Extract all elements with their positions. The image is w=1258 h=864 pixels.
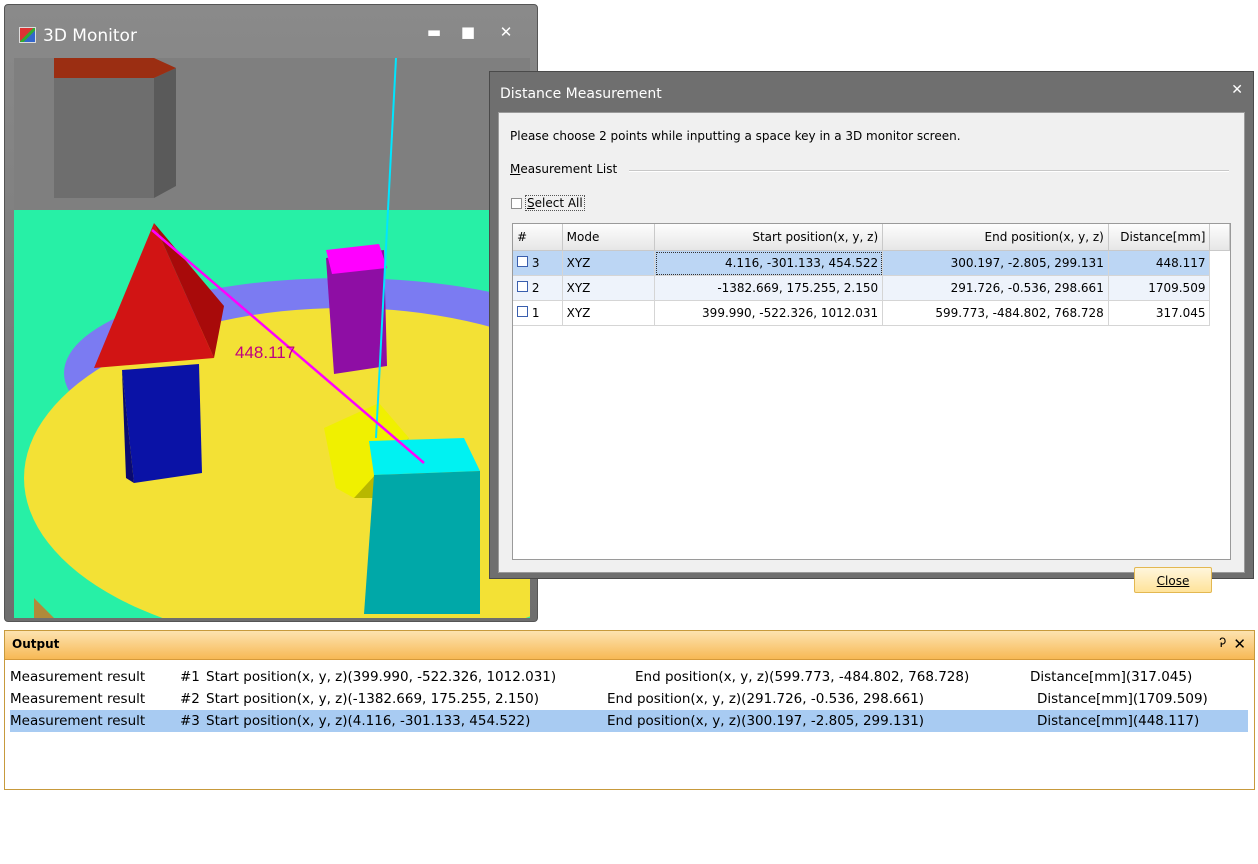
distance-cell: 317.045 — [1108, 300, 1211, 326]
monitor-titlebar[interactable]: 3D Monitor ▬ ■ ✕ — [5, 5, 537, 57]
col-header-filler — [1209, 224, 1230, 251]
table-row[interactable]: 3 XYZ 4.116, -301.133, 454.522 300.197, … — [513, 250, 1230, 276]
mnemonic-letter: M — [510, 162, 521, 176]
end-cell: 300.197, -2.805, 299.131 — [882, 250, 1109, 276]
minimize-icon[interactable]: ▬ — [423, 23, 445, 41]
mode-cell: XYZ — [562, 300, 656, 326]
distance-measurement-dialog[interactable]: Distance Measurement ✕ Please choose 2 p… — [489, 71, 1254, 593]
mode-cell: XYZ — [562, 275, 656, 301]
table-header-row: # Mode Start position(x, y, z) End posit… — [513, 224, 1230, 251]
table-row[interactable]: 1 XYZ 399.990, -522.326, 1012.031 599.77… — [513, 300, 1230, 326]
row-num-cell[interactable]: 3 — [513, 250, 563, 276]
start-cell: 4.116, -301.133, 454.522 — [654, 250, 884, 276]
distance-cell: 1709.509 — [1108, 275, 1211, 301]
monitor-window[interactable]: 3D Monitor ▬ ■ ✕ 448.117 — [4, 4, 538, 622]
output-line[interactable]: Measurement result #3 Start position(x, … — [10, 710, 1248, 732]
log-start: Start position(x, y, z)(399.990, -522.32… — [206, 669, 557, 685]
log-end: End position(x, y, z)(291.726, -0.536, 2… — [607, 691, 925, 707]
log-index: #2 — [180, 691, 200, 707]
monitor-title: 3D Monitor — [43, 26, 137, 46]
close-icon[interactable]: ✕ — [495, 23, 517, 41]
log-end: End position(x, y, z)(300.197, -2.805, 2… — [607, 713, 925, 729]
log-distance: Distance[mm](448.117) — [1037, 713, 1200, 729]
col-header-start[interactable]: Start position(x, y, z) — [654, 224, 884, 251]
log-start: Start position(x, y, z)(-1382.669, 175.2… — [206, 691, 539, 707]
output-header: Output Ꭾ ✕ — [5, 631, 1254, 660]
col-header-end[interactable]: End position(x, y, z) — [882, 224, 1109, 251]
group-label-text: easurement List — [520, 162, 618, 176]
output-line[interactable]: Measurement result #2 Start position(x, … — [10, 688, 1248, 710]
close-button[interactable]: Close — [1134, 567, 1212, 593]
log-label: Measurement result — [10, 713, 146, 729]
row-num-cell[interactable]: 1 — [513, 300, 563, 326]
log-start: Start position(x, y, z)(4.116, -301.133,… — [206, 713, 531, 729]
output-log[interactable]: Measurement result #1 Start position(x, … — [10, 666, 1248, 784]
3d-viewport[interactable]: 448.117 — [14, 58, 530, 618]
output-panel[interactable]: Output Ꭾ ✕ Measurement result #1 Start p… — [4, 630, 1255, 790]
select-all-label[interactable]: Select All — [525, 195, 585, 211]
distance-overlay-label: 448.117 — [235, 343, 296, 362]
log-index: #3 — [180, 713, 200, 729]
checkbox-icon[interactable] — [511, 197, 522, 209]
output-line[interactable]: Measurement result #1 Start position(x, … — [10, 666, 1248, 688]
measurement-list-label: Measurement List — [510, 162, 617, 176]
output-title: Output — [12, 637, 60, 651]
col-header-distance[interactable]: Distance[mm] — [1108, 224, 1211, 251]
maximize-icon[interactable]: ■ — [457, 23, 479, 41]
select-all-checkbox[interactable]: Select All — [511, 195, 585, 211]
log-end: End position(x, y, z)(599.773, -484.802,… — [635, 669, 970, 685]
dialog-title: Distance Measurement — [500, 86, 662, 102]
log-distance: Distance[mm](317.045) — [1030, 669, 1193, 685]
distance-cell: 448.117 — [1108, 250, 1211, 276]
output-close-icon[interactable]: ✕ — [1233, 635, 1246, 653]
row-checkbox[interactable] — [517, 306, 528, 317]
end-cell: 599.773, -484.802, 768.728 — [882, 300, 1109, 326]
end-cell: 291.726, -0.536, 298.661 — [882, 275, 1109, 301]
start-cell: -1382.669, 175.255, 2.150 — [654, 275, 884, 301]
log-label: Measurement result — [10, 669, 146, 685]
dialog-body: Please choose 2 points while inputting a… — [498, 112, 1245, 593]
mode-cell: XYZ — [562, 250, 656, 276]
instruction-text: Please choose 2 points while inputting a… — [510, 129, 961, 143]
log-distance: Distance[mm](1709.509) — [1037, 691, 1208, 707]
col-header-num[interactable]: # — [513, 224, 563, 251]
log-index: #1 — [180, 669, 200, 685]
pin-icon[interactable]: Ꭾ — [1219, 636, 1226, 651]
row-checkbox[interactable] — [517, 281, 528, 292]
3d-scene — [14, 58, 530, 618]
table-row[interactable]: 2 XYZ -1382.669, 175.255, 2.150 291.726,… — [513, 275, 1230, 301]
app-icon — [19, 27, 36, 43]
col-header-mode[interactable]: Mode — [562, 224, 656, 251]
group-divider — [629, 170, 1229, 172]
log-label: Measurement result — [10, 691, 146, 707]
row-checkbox[interactable] — [517, 256, 528, 267]
measurement-table[interactable]: # Mode Start position(x, y, z) End posit… — [512, 223, 1231, 560]
dialog-close-icon[interactable]: ✕ — [1231, 82, 1243, 98]
start-cell: 399.990, -522.326, 1012.031 — [654, 300, 884, 326]
row-num-cell[interactable]: 2 — [513, 275, 563, 301]
